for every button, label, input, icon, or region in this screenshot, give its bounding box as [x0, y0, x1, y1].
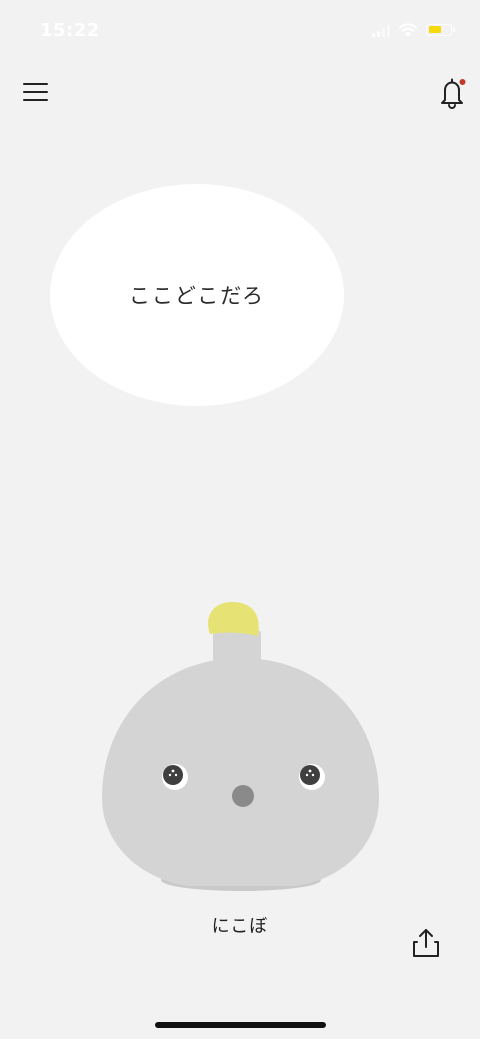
robot-name: にこぼ	[211, 916, 269, 937]
robot-right-eye	[299, 764, 325, 790]
robot-body	[102, 658, 379, 886]
battery-fill	[428, 26, 441, 33]
notification-button[interactable]	[436, 76, 468, 110]
app-screen: 15:22 ここどこだろ にこぼ	[0, 0, 480, 1039]
bell-icon	[441, 78, 466, 109]
cellular-signal-icon	[372, 23, 390, 37]
share-button[interactable]	[410, 926, 442, 960]
status-bar: 15:22	[0, 0, 480, 60]
wifi-icon	[399, 23, 417, 37]
home-indicator[interactable]	[155, 1022, 326, 1028]
notification-badge	[459, 79, 466, 85]
robot-character[interactable]	[96, 596, 386, 896]
speech-bubble: ここどこだろ	[50, 184, 344, 406]
share-icon	[413, 929, 439, 957]
menu-button[interactable]	[20, 76, 52, 108]
battery-icon	[426, 23, 455, 36]
status-time: 15:22	[40, 20, 100, 41]
status-icons	[372, 22, 455, 37]
robot-nose	[232, 785, 254, 807]
robot-left-eye	[162, 764, 188, 790]
speech-bubble-text: ここどこだろ	[128, 284, 266, 308]
hamburger-menu-icon	[23, 83, 48, 101]
robot-tuft	[208, 602, 259, 636]
